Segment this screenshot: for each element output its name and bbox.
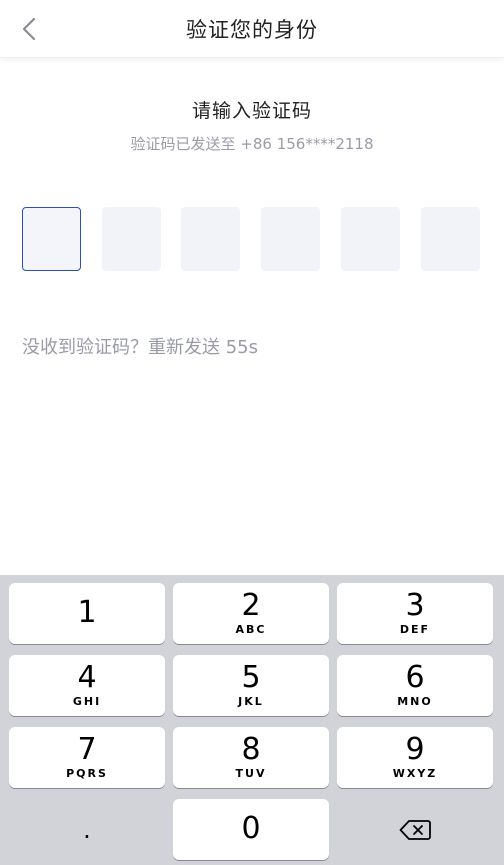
key-letters: GHI <box>72 695 102 708</box>
verification-screen: 验证您的身份 请输入验证码 验证码已发送至 +86 156****2118 没收… <box>0 0 504 865</box>
key-5[interactable]: 5 JKL <box>173 655 329 716</box>
code-digit-box-5[interactable] <box>341 207 400 271</box>
key-letters: DEF <box>399 623 431 636</box>
key-digit: 9 <box>405 732 425 767</box>
key-8[interactable]: 8 TUV <box>173 727 329 788</box>
code-digit-box-6[interactable] <box>421 207 480 271</box>
key-dot-label: . <box>83 815 91 844</box>
key-letters: PQRS <box>66 767 108 780</box>
page-title: 验证您的身份 <box>186 18 318 42</box>
key-letters: MNO <box>397 695 433 708</box>
key-digit: 3 <box>405 588 425 623</box>
code-digit-box-3[interactable] <box>181 207 240 271</box>
key-9[interactable]: 9 WXYZ <box>337 727 493 788</box>
code-input-group <box>22 207 482 271</box>
key-6[interactable]: 6 MNO <box>337 655 493 716</box>
key-letters: JKL <box>238 695 264 708</box>
numeric-keypad: 1 2 ABC 3 DEF 4 GHI 5 JKL 6 MNO 7 PQRS 8 <box>0 575 504 865</box>
key-digit: 8 <box>241 732 261 767</box>
key-digit: 5 <box>241 660 261 695</box>
key-digit: 7 <box>77 732 97 767</box>
code-sent-notice: 验证码已发送至 +86 156****2118 <box>130 135 374 153</box>
key-4[interactable]: 4 GHI <box>9 655 165 716</box>
code-digit-box-2[interactable] <box>102 207 161 271</box>
key-digit: 0 <box>241 811 261 846</box>
key-letters: TUV <box>235 767 267 780</box>
key-2[interactable]: 2 ABC <box>173 583 329 644</box>
resend-code-link[interactable]: 没收到验证码？重新发送 55s <box>22 333 258 359</box>
key-digit: 2 <box>241 588 261 623</box>
backspace-icon <box>399 819 431 840</box>
key-0[interactable]: 0 <box>173 799 329 860</box>
key-digit: 1 <box>77 595 97 630</box>
key-3[interactable]: 3 DEF <box>337 583 493 644</box>
code-prompt-heading: 请输入验证码 <box>191 100 312 122</box>
code-digit-box-1[interactable] <box>22 207 81 271</box>
key-dot[interactable]: . <box>9 799 165 860</box>
key-digit: 6 <box>405 660 425 695</box>
navigation-bar: 验证您的身份 <box>0 0 504 58</box>
key-7[interactable]: 7 PQRS <box>9 727 165 788</box>
key-digit: 4 <box>77 660 97 695</box>
key-letters: ABC <box>235 623 267 636</box>
key-letters: WXYZ <box>392 767 438 780</box>
key-1[interactable]: 1 <box>9 583 165 644</box>
delete-key[interactable] <box>337 799 493 860</box>
code-digit-box-4[interactable] <box>261 207 320 271</box>
